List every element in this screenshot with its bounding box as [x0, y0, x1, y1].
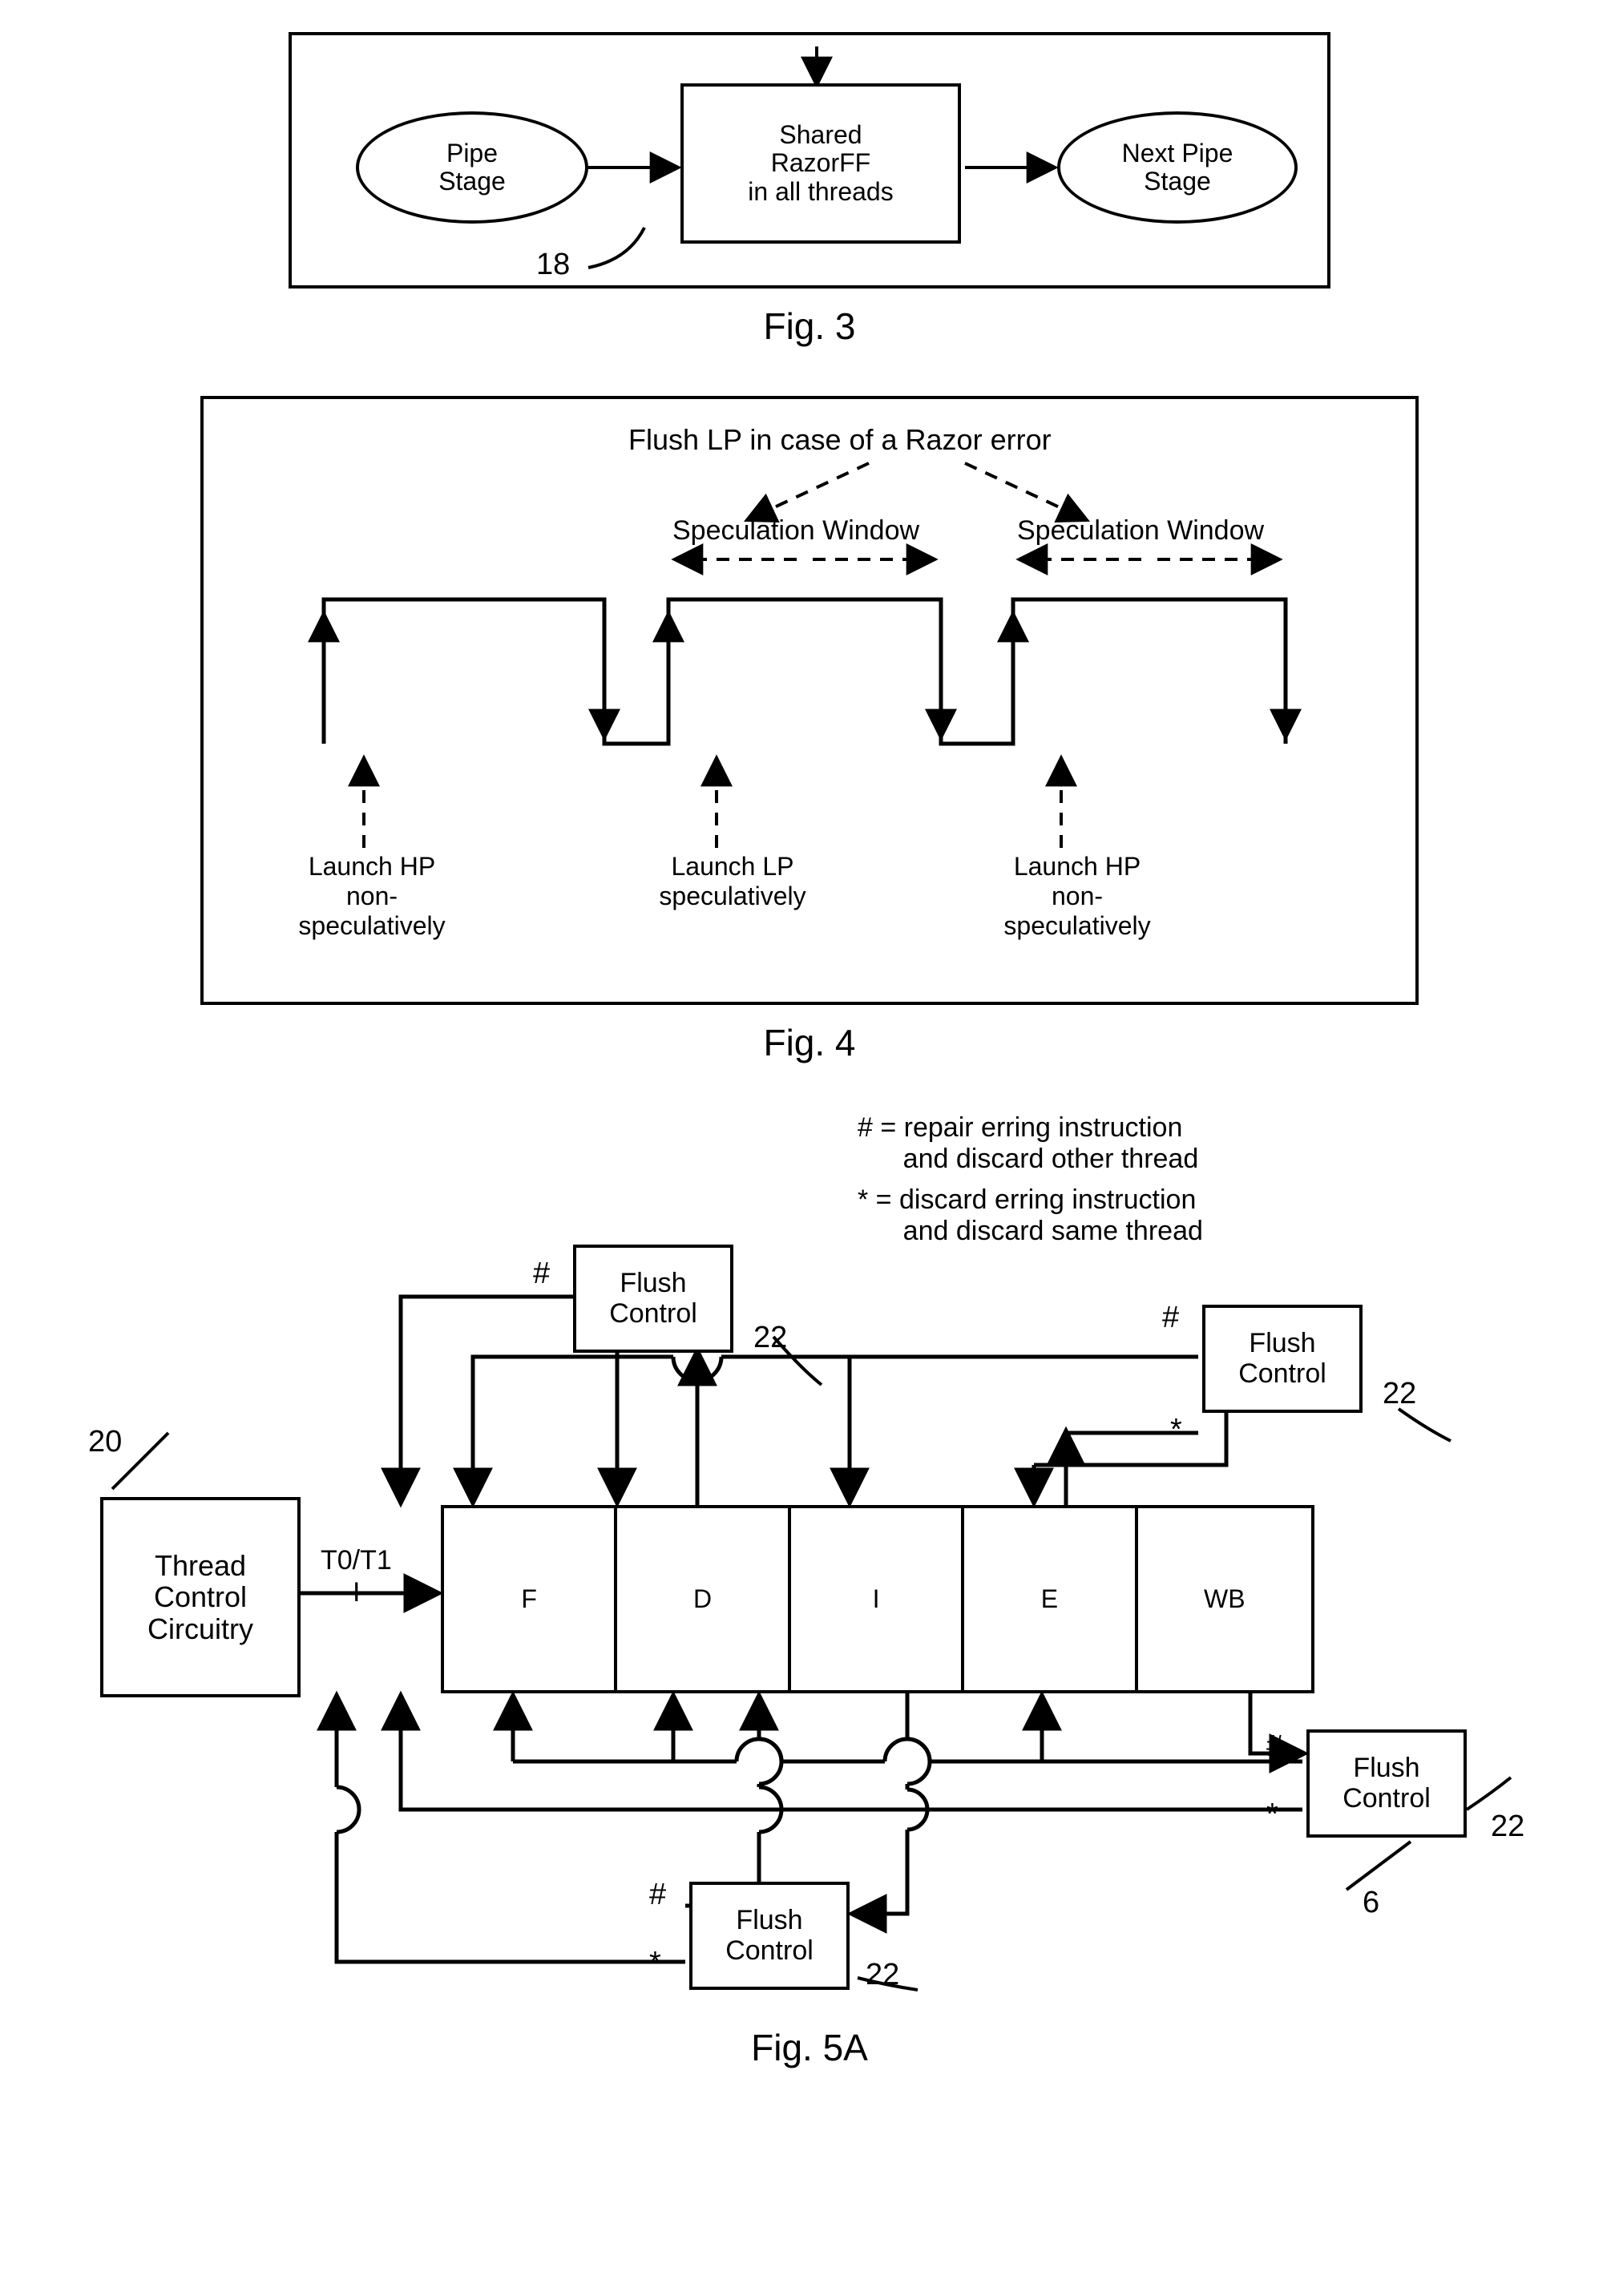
stage-e: E	[964, 1508, 1137, 1690]
stage-f-label: F	[521, 1584, 537, 1614]
ref-20: 20	[88, 1425, 122, 1459]
stage-d-label: D	[693, 1584, 712, 1614]
ref-22-d: 22	[866, 1958, 899, 1992]
fig3-panel: Pipe Stage Shared RazorFF in all threads…	[289, 32, 1330, 289]
ref-6: 6	[1363, 1886, 1379, 1920]
thread-control-box: Thread Control Circuitry	[100, 1497, 301, 1697]
ref-22-c: 22	[1491, 1810, 1524, 1844]
ref-22-a: 22	[753, 1321, 787, 1355]
next-pipe-stage-label: Next Pipe Stage	[1122, 139, 1233, 196]
ref-22-b: 22	[1383, 1377, 1416, 1411]
hash-3: #	[1266, 1729, 1283, 1764]
spec-window-1: Speculation Window	[672, 515, 919, 547]
hash-1: #	[533, 1257, 550, 1291]
pipe-stage-label: Pipe Stage	[438, 139, 506, 196]
flush-control-bottom: Flush Control	[689, 1882, 850, 1990]
thread-control-label: Thread Control Circuitry	[147, 1550, 253, 1645]
flush-control-top-left: Flush Control	[573, 1245, 733, 1353]
stage-f: F	[444, 1508, 617, 1690]
t0t1-label: T0/T1	[321, 1545, 392, 1576]
spec-window-2: Speculation Window	[1017, 515, 1264, 547]
pipeline: F D I E WB	[441, 1505, 1314, 1693]
stage-wb: WB	[1138, 1508, 1311, 1690]
flush-control-label-1: Flush Control	[609, 1269, 697, 1329]
fig3-caption: Fig. 3	[32, 305, 1587, 348]
launch-hp-non-1: Launch HP non- speculatively	[268, 852, 476, 941]
star-2: *	[1170, 1413, 1182, 1447]
hash-2: #	[1162, 1301, 1179, 1335]
flush-control-label-4: Flush Control	[725, 1906, 814, 1966]
star-4: *	[649, 1946, 661, 1980]
launch-lp-spec: Launch LP speculatively	[628, 852, 837, 911]
shared-razorff-label: Shared RazorFF in all threads	[748, 121, 893, 206]
flush-control-label-3: Flush Control	[1342, 1753, 1431, 1814]
flush-title: Flush LP in case of a Razor error	[628, 423, 1052, 457]
stage-wb-label: WB	[1204, 1584, 1246, 1614]
i-label: I	[353, 1577, 360, 1608]
pipe-stage-ellipse: Pipe Stage	[356, 111, 588, 224]
stage-d: D	[617, 1508, 790, 1690]
flush-control-top-right: Flush Control	[1202, 1305, 1363, 1413]
hash-4: #	[649, 1878, 666, 1912]
next-pipe-stage-ellipse: Next Pipe Stage	[1057, 111, 1298, 224]
flush-control-bottom-right: Flush Control	[1306, 1729, 1467, 1838]
shared-razorff-box: Shared RazorFF in all threads	[680, 83, 961, 244]
fig4-panel: Flush LP in case of a Razor error Specul…	[200, 396, 1419, 1005]
launch-hp-non-2: Launch HP non- speculatively	[973, 852, 1181, 941]
fig5-caption: Fig. 5A	[32, 2026, 1587, 2069]
stage-i-label: I	[873, 1584, 880, 1614]
stage-e-label: E	[1041, 1584, 1058, 1614]
flush-control-label-2: Flush Control	[1238, 1329, 1326, 1389]
star-3: *	[1266, 1798, 1278, 1832]
ref-18: 18	[536, 248, 570, 282]
stage-i: I	[791, 1508, 964, 1690]
fig5-container: # = repair erring instruction and discar…	[56, 1112, 1563, 2010]
fig4-caption: Fig. 4	[32, 1021, 1587, 1064]
